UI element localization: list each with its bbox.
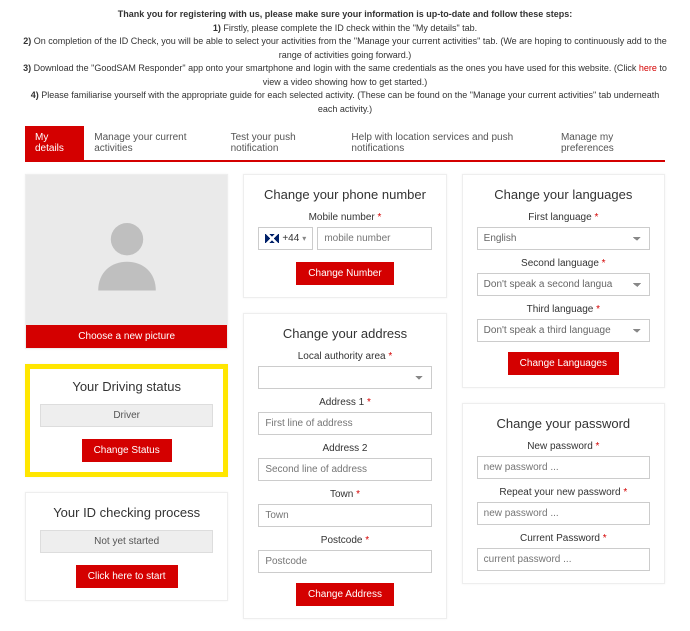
phone-card: Change your phone number Mobile number +… [243, 174, 446, 298]
first-lang-select[interactable]: English [477, 227, 650, 250]
addr2-label: Address 2 [258, 443, 431, 454]
new-pw-input[interactable] [477, 456, 650, 479]
languages-title: Change your languages [477, 187, 650, 202]
second-lang-label: Second language [477, 258, 650, 269]
choose-picture-button[interactable]: Choose a new picture [26, 325, 227, 348]
second-lang-select[interactable]: Don't speak a second langua [477, 273, 650, 296]
country-code-select[interactable]: +44▾ [258, 227, 313, 250]
repeat-pw-input[interactable] [477, 502, 650, 525]
address-title: Change your address [258, 326, 431, 341]
area-select[interactable] [258, 366, 431, 389]
town-label: Town [258, 489, 431, 500]
id-check-start-button[interactable]: Click here to start [76, 565, 178, 588]
addr1-label: Address 1 [258, 397, 431, 408]
third-lang-select[interactable]: Don't speak a third language [477, 319, 650, 342]
password-card: Change your password New password Repeat… [462, 403, 665, 584]
change-languages-button[interactable]: Change Languages [508, 352, 619, 375]
id-check-value: Not yet started [40, 530, 213, 553]
current-pw-label: Current Password [477, 533, 650, 544]
town-input[interactable] [258, 504, 431, 527]
phone-title: Change your phone number [258, 187, 431, 202]
id-check-card: Your ID checking process Not yet started… [25, 492, 228, 601]
repeat-pw-label: Repeat your new password [477, 487, 650, 498]
tab-manage-activities[interactable]: Manage your current activities [84, 126, 220, 160]
driving-title: Your Driving status [40, 379, 213, 394]
change-number-button[interactable]: Change Number [296, 262, 393, 285]
tab-help-location[interactable]: Help with location services and push not… [341, 126, 551, 160]
driving-value: Driver [40, 404, 213, 427]
mobile-input[interactable] [317, 227, 431, 250]
tab-my-details[interactable]: My details [25, 126, 84, 160]
postcode-input[interactable] [258, 550, 431, 573]
uk-flag-icon [265, 234, 279, 243]
addr2-input[interactable] [258, 458, 431, 481]
addr1-input[interactable] [258, 412, 431, 435]
address-card: Change your address Local authority area… [243, 313, 446, 619]
intro-text: Thank you for registering with us, pleas… [0, 0, 690, 126]
mobile-label: Mobile number [258, 212, 431, 223]
change-address-button[interactable]: Change Address [296, 583, 394, 606]
tabs: My details Manage your current activitie… [25, 126, 665, 162]
postcode-label: Postcode [258, 535, 431, 546]
avatar-icon [82, 205, 172, 295]
profile-picture-card: Choose a new picture [25, 174, 228, 349]
new-pw-label: New password [477, 441, 650, 452]
tab-test-push[interactable]: Test your push notification [221, 126, 342, 160]
id-check-title: Your ID checking process [40, 505, 213, 520]
current-pw-input[interactable] [477, 548, 650, 571]
tab-manage-preferences[interactable]: Manage my preferences [551, 126, 665, 160]
driving-status-card: Your Driving status Driver Change Status [25, 364, 228, 477]
password-title: Change your password [477, 416, 650, 431]
video-link[interactable]: here [639, 63, 657, 73]
change-status-button[interactable]: Change Status [82, 439, 172, 462]
first-lang-label: First language [477, 212, 650, 223]
languages-card: Change your languages First language Eng… [462, 174, 665, 388]
third-lang-label: Third language [477, 304, 650, 315]
avatar-placeholder [26, 175, 227, 325]
area-label: Local authority area [258, 351, 431, 362]
